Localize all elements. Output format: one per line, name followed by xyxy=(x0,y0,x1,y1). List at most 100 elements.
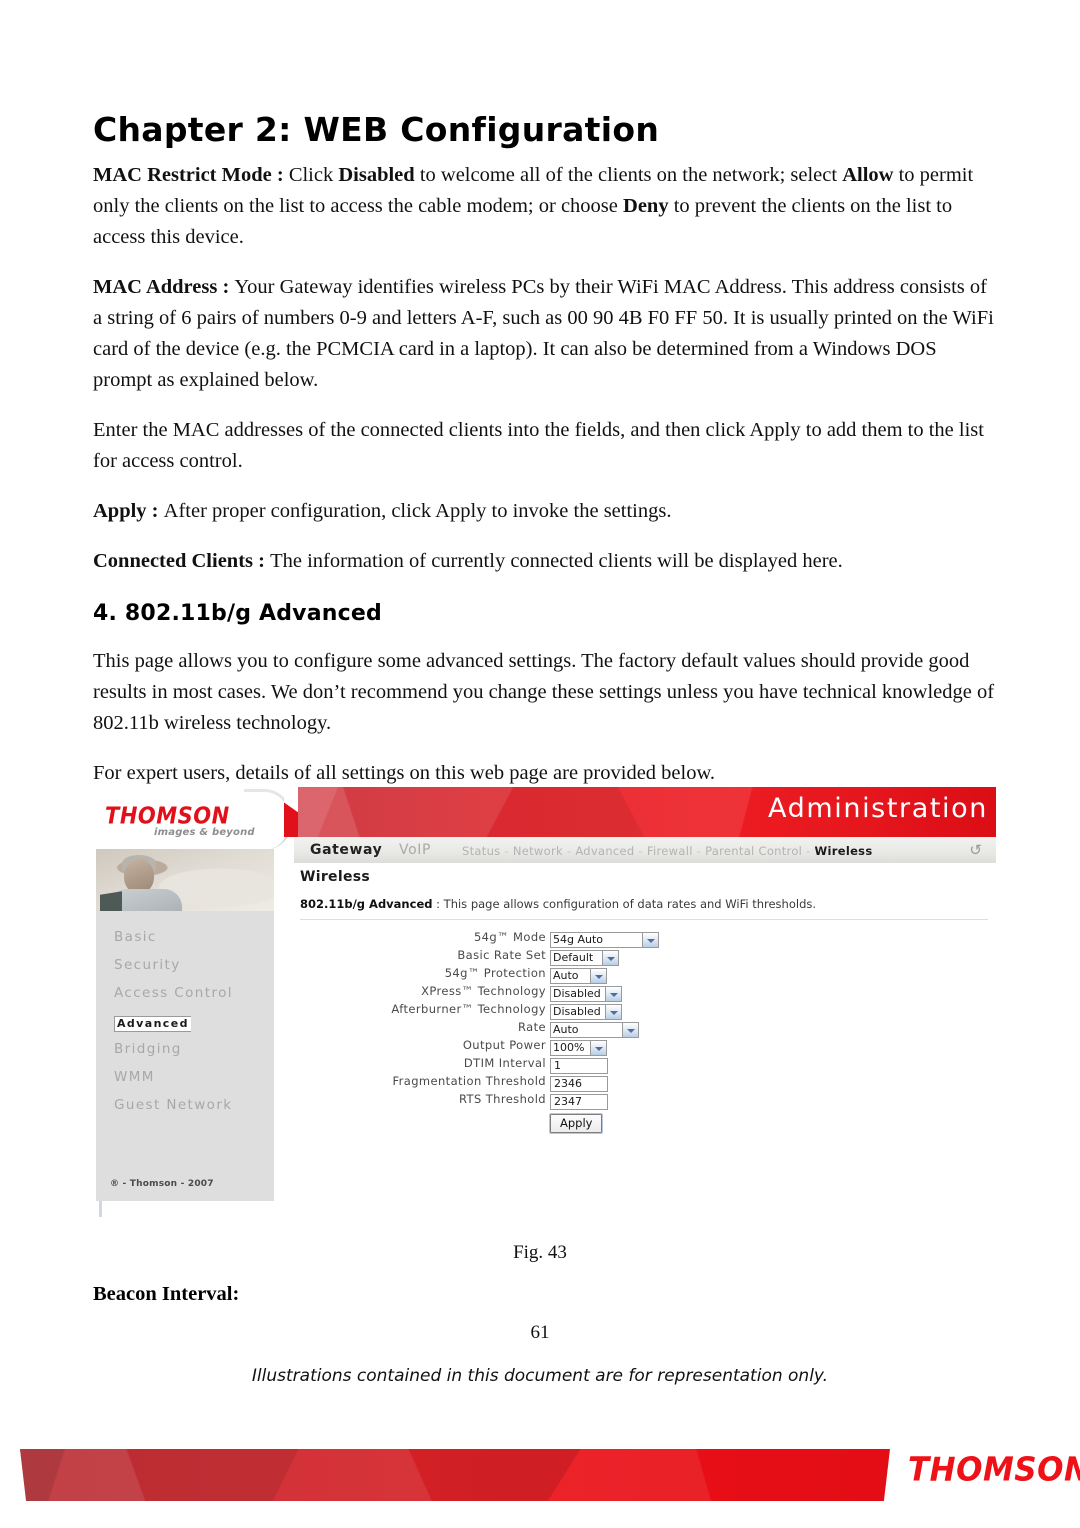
chevron-down-icon[interactable] xyxy=(602,949,619,966)
ui-navbar: Gateway VoIP Status - Network - Advanced… xyxy=(294,837,996,864)
thomson-logo: THOMSON images & beyond xyxy=(96,787,296,849)
footer-red-band xyxy=(20,1449,890,1501)
sidebar-item-wmm[interactable]: WMM xyxy=(114,1069,155,1085)
ui-red-banner: Administration xyxy=(294,787,996,837)
nav-link-network[interactable]: Network xyxy=(513,844,563,858)
content-divider xyxy=(300,919,988,920)
field-control: Default xyxy=(550,947,619,966)
select-rate[interactable]: Auto xyxy=(550,1021,639,1038)
form-row: Basic Rate Set Default xyxy=(294,947,996,966)
field-control: Auto xyxy=(550,1019,639,1038)
select-value: 54g Auto xyxy=(553,932,604,946)
form-row: 54g™ Mode 54g Auto xyxy=(294,929,996,948)
paragraph-enter-mac-addresses: Enter the MAC addresses of the connected… xyxy=(93,419,984,472)
secondary-nav: Status - Network - Advanced - Firewall -… xyxy=(462,844,872,858)
select-basic-rate-set[interactable]: Default xyxy=(550,949,619,966)
chevron-down-icon[interactable] xyxy=(590,967,607,984)
select-value: Auto xyxy=(553,968,579,982)
content-subtitle-text: : This page allows configuration of data… xyxy=(432,897,817,911)
tab-gateway[interactable]: Gateway xyxy=(310,842,382,858)
nav-link-firewall[interactable]: Firewall xyxy=(647,844,693,858)
select-value: Disabled xyxy=(553,986,601,1000)
field-label-54g-mode: 54g™ Mode xyxy=(473,930,546,944)
paragraph-connected-clients: Connected Clients : The information of c… xyxy=(93,550,843,572)
chevron-down-icon[interactable] xyxy=(642,931,659,948)
select-xpress-technology[interactable]: Disabled xyxy=(550,985,622,1002)
chevron-down-icon[interactable] xyxy=(605,985,622,1002)
field-control: Disabled xyxy=(550,983,622,1002)
form-row: Output Power 100% xyxy=(294,1037,996,1056)
field-label-afterburner-technology: Afterburner™ Technology xyxy=(391,1002,546,1016)
sidebar-item-access-control[interactable]: Access Control xyxy=(114,985,233,1001)
sidebar-item-advanced[interactable]: Advanced xyxy=(114,1015,191,1032)
content-subtitle: 802.11b/g Advanced : This page allows co… xyxy=(300,897,816,911)
nav-link-status[interactable]: Status xyxy=(462,844,500,858)
field-label-rate: Rate xyxy=(518,1020,546,1034)
form-row: Fragmentation Threshold 2346 xyxy=(294,1073,996,1092)
disclaimer-text: Illustrations contained in this document… xyxy=(251,1366,829,1386)
ui-content-pane: Wireless 802.11b/g Advanced : This page … xyxy=(294,863,996,1237)
field-control: Disabled xyxy=(550,1001,622,1020)
field-label-dtim-interval: DTIM Interval xyxy=(463,1056,546,1070)
page-number: 61 xyxy=(530,1322,550,1343)
field-label-xpress-technology: XPress™ Technology xyxy=(421,984,546,998)
body-text-column: MAC Restrict Mode : Click Disabled to we… xyxy=(93,160,999,808)
field-control: 1 xyxy=(550,1055,608,1074)
chevron-down-icon[interactable] xyxy=(622,1021,639,1038)
input-rts-threshold[interactable]: 2347 xyxy=(550,1093,608,1110)
input-fragmentation-threshold[interactable]: 2346 xyxy=(550,1075,608,1092)
paragraph-apply: Apply : After proper configuration, clic… xyxy=(93,500,672,522)
field-label-output-power: Output Power xyxy=(462,1038,546,1052)
chevron-down-icon[interactable] xyxy=(590,1039,607,1056)
sidebar-scroll-tick xyxy=(99,1201,102,1217)
nav-link-advanced[interactable]: Advanced xyxy=(575,844,634,858)
select-output-power[interactable]: 100% xyxy=(550,1039,607,1056)
sidebar-item-security[interactable]: Security xyxy=(114,957,181,973)
document-page: Chapter 2: WEB Configuration MAC Restric… xyxy=(0,0,1080,1528)
content-title: Wireless xyxy=(300,869,371,885)
banner-title: Administration xyxy=(768,793,988,824)
beacon-interval-label: Beacon Interval: xyxy=(93,1283,240,1305)
select-value: Auto xyxy=(553,1022,579,1036)
apply-button[interactable]: Apply xyxy=(548,1113,604,1134)
content-subtitle-bold: 802.11b/g Advanced xyxy=(300,897,433,911)
sidebar-photo xyxy=(96,849,274,915)
nav-link-wireless[interactable]: Wireless xyxy=(815,844,873,858)
tab-voip[interactable]: VoIP xyxy=(399,842,431,858)
form-row: DTIM Interval 1 xyxy=(294,1055,996,1074)
apply-control: Apply xyxy=(548,1112,604,1134)
footer-thomson-logo: THOMSON xyxy=(908,1450,1080,1490)
logo-wordmark: THOMSON xyxy=(105,803,230,829)
photo-head xyxy=(124,859,154,893)
field-label-basic-rate-set: Basic Rate Set xyxy=(457,948,546,962)
sidebar-item-bridging[interactable]: Bridging xyxy=(114,1041,182,1057)
sidebar-copyright: ® - Thomson - 2007 xyxy=(110,1179,214,1189)
field-control: 2347 xyxy=(550,1091,608,1110)
nav-link-parental-control[interactable]: Parental Control xyxy=(705,844,802,858)
form-row: RTS Threshold 2347 xyxy=(294,1091,996,1110)
field-label-54g-protection: 54g™ Protection xyxy=(444,966,546,980)
select-54g-protection[interactable]: Auto xyxy=(550,967,607,984)
nav-separator: - xyxy=(562,844,576,858)
nav-separator: - xyxy=(692,844,706,858)
select-value: Disabled xyxy=(553,1004,601,1018)
field-label-rts-threshold: RTS Threshold xyxy=(458,1092,546,1106)
form-row: XPress™ Technology Disabled xyxy=(294,983,996,1002)
chevron-down-icon[interactable] xyxy=(605,1003,622,1020)
paragraph-expert-users: For expert users, details of all setting… xyxy=(93,762,716,784)
field-control: 100% xyxy=(550,1037,607,1056)
select-54g-mode[interactable]: 54g Auto xyxy=(550,931,659,948)
nav-separator: - xyxy=(500,844,513,858)
field-control: Auto xyxy=(550,965,607,984)
refresh-icon[interactable]: ↺ xyxy=(969,841,982,859)
paragraph-advanced-intro: This page allows you to configure some a… xyxy=(93,650,995,734)
field-label-fragmentation-threshold: Fragmentation Threshold xyxy=(392,1074,546,1088)
sidebar-item-basic[interactable]: Basic xyxy=(114,929,157,945)
sidebar-item-guest-network[interactable]: Guest Network xyxy=(114,1097,233,1113)
input-dtim-interval[interactable]: 1 xyxy=(550,1057,608,1074)
form-row: Afterburner™ Technology Disabled xyxy=(294,1001,996,1020)
select-afterburner-technology[interactable]: Disabled xyxy=(550,1003,622,1020)
select-value: 100% xyxy=(553,1040,585,1054)
form-row: 54g™ Protection Auto xyxy=(294,965,996,984)
figure-router-web-ui: Administration THOMSON images & beyond G… xyxy=(96,787,996,1237)
